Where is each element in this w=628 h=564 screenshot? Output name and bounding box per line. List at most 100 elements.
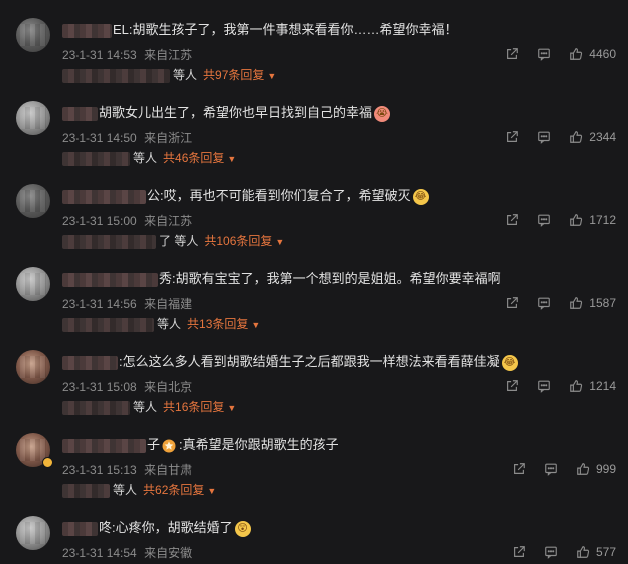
blurred-username[interactable] xyxy=(62,438,146,453)
comment-meta: 23-1-31 14:56 来自福建 xyxy=(62,295,196,312)
laughing-tears-icon: 😂 xyxy=(501,354,518,371)
blurred-username[interactable] xyxy=(62,189,146,204)
comment-text-line: EL:胡歌生孩子了，我第一件事想来看看你……希望你幸福！ xyxy=(62,20,458,40)
comment-text-line: 咚:心疼你，胡歌结婚了 😲 xyxy=(62,518,251,538)
avatar[interactable] xyxy=(16,184,50,218)
comment-meta: 23-1-31 15:08 来自北京 xyxy=(62,378,196,395)
reply-count-link[interactable]: 共97条回复 xyxy=(203,68,264,82)
comment-location: 来自浙江 xyxy=(144,131,193,145)
username-suffix[interactable]: 子 xyxy=(147,437,160,452)
comment-time: 23-1-31 15:00 xyxy=(62,214,137,228)
comment-icon[interactable] xyxy=(536,129,552,145)
username-suffix[interactable]: 公 xyxy=(147,188,160,203)
blurred-reply-users xyxy=(62,400,130,415)
blurred-reply-users xyxy=(62,151,130,166)
avatar[interactable] xyxy=(16,18,50,52)
replies-row[interactable]: 等人 共46条回复 ▼ xyxy=(62,149,236,167)
thumbs-up-icon[interactable] xyxy=(568,212,584,228)
replies-row[interactable]: 了 等人 共106条回复 ▼ xyxy=(62,232,284,250)
thumbs-up-icon[interactable] xyxy=(568,46,584,62)
surprised-face-icon: 😲 xyxy=(234,520,251,537)
username-suffix[interactable]: 咚 xyxy=(99,520,112,535)
comment-text: :怎么这么多人看到胡歌结婚生子之后都跟我一样想法来看看薛佳凝 xyxy=(119,354,500,369)
comment-icon[interactable] xyxy=(536,46,552,62)
comment-meta: 23-1-31 14:53 来自江苏 xyxy=(62,46,196,63)
share-icon[interactable] xyxy=(504,295,520,311)
reply-count-link[interactable]: 共13条回复 xyxy=(187,317,248,331)
chevron-down-icon[interactable]: ▼ xyxy=(251,320,260,330)
share-icon[interactable] xyxy=(504,212,520,228)
comment-actions: 1587 xyxy=(504,295,616,311)
share-icon[interactable] xyxy=(504,46,520,62)
comment-text-line: :怎么这么多人看到胡歌结婚生子之后都跟我一样想法来看看薛佳凝 😂 xyxy=(62,352,518,372)
chevron-down-icon[interactable]: ▼ xyxy=(267,71,276,81)
comment-icon[interactable] xyxy=(536,378,552,394)
chevron-down-icon[interactable]: ▼ xyxy=(207,486,216,496)
comment-time: 23-1-31 14:54 xyxy=(62,546,137,560)
comment-time: 23-1-31 14:56 xyxy=(62,297,137,311)
chevron-down-icon[interactable]: ▼ xyxy=(227,154,236,164)
comment-time: 23-1-31 15:08 xyxy=(62,380,137,394)
share-icon[interactable] xyxy=(511,461,527,477)
chevron-down-icon[interactable]: ▼ xyxy=(275,237,284,247)
thumbs-up-icon[interactable] xyxy=(575,461,591,477)
thumbs-up-icon[interactable] xyxy=(568,378,584,394)
comment-text: :心疼你，胡歌结婚了 xyxy=(112,520,233,535)
blurred-reply-users xyxy=(62,317,154,332)
comment-icon[interactable] xyxy=(543,461,559,477)
replies-row[interactable]: 等人 共16条回复 ▼ xyxy=(62,398,236,416)
comment-location: 来自安徽 xyxy=(144,546,193,560)
avatar[interactable] xyxy=(16,101,50,135)
vip-badge-icon xyxy=(42,457,53,468)
comment-location: 来自甘肃 xyxy=(144,463,193,477)
like-count: 4460 xyxy=(589,47,616,61)
replies-row[interactable]: 等人 共62条回复 ▼ xyxy=(62,481,216,499)
reply-users-suffix: 等人 xyxy=(133,151,158,165)
blurred-reply-users xyxy=(62,68,170,83)
thumbs-up-icon[interactable] xyxy=(575,544,591,560)
share-icon[interactable] xyxy=(504,129,520,145)
like-count: 1214 xyxy=(589,379,616,393)
reply-users-suffix: 等人 xyxy=(113,483,138,497)
blurred-reply-users xyxy=(62,234,156,249)
avatar[interactable] xyxy=(16,350,50,384)
blurred-username[interactable] xyxy=(62,355,118,370)
laughing-tears-icon: 😂 xyxy=(412,188,429,205)
blurred-username[interactable] xyxy=(62,272,158,287)
blurred-username[interactable] xyxy=(62,23,112,38)
replies-row[interactable]: 等人 共97条回复 ▼ xyxy=(62,66,276,84)
reply-count-link[interactable]: 共46条回复 xyxy=(163,151,224,165)
comment-text: :胡歌生孩子了，我第一件事想来看看你……希望你幸福！ xyxy=(128,22,458,37)
like-count: 999 xyxy=(595,462,616,476)
like-count: 2344 xyxy=(589,130,616,144)
thumbs-up-icon[interactable] xyxy=(568,129,584,145)
share-icon[interactable] xyxy=(511,544,527,560)
comment-location: 来自江苏 xyxy=(144,214,193,228)
comment-location: 来自福建 xyxy=(144,297,193,311)
comment-text-line: 秀:胡歌有宝宝了，我第一个想到的是姐姐。希望你要幸福啊 xyxy=(62,269,501,289)
blurred-reply-users xyxy=(62,483,110,498)
reply-count-link[interactable]: 共62条回复 xyxy=(143,483,204,497)
reply-users-suffix: 等人 xyxy=(173,68,198,82)
comment-text-line: 胡歌女儿出生了，希望你也早日找到自己的幸福 😭 xyxy=(62,103,391,123)
share-icon[interactable] xyxy=(504,378,520,394)
comment-icon[interactable] xyxy=(543,544,559,560)
thumbs-up-icon[interactable] xyxy=(568,295,584,311)
reply-count-link[interactable]: 共106条回复 xyxy=(204,234,272,248)
blurred-username[interactable] xyxy=(62,521,98,536)
comment-actions: 1214 xyxy=(504,378,616,394)
username-suffix[interactable]: EL xyxy=(113,22,129,37)
avatar[interactable] xyxy=(16,267,50,301)
comment-time: 23-1-31 14:53 xyxy=(62,48,137,62)
avatar[interactable] xyxy=(16,516,50,550)
fan-badge-icon xyxy=(162,439,176,453)
comment-icon[interactable] xyxy=(536,295,552,311)
comment-icon[interactable] xyxy=(536,212,552,228)
blurred-username[interactable] xyxy=(62,106,98,121)
replies-row[interactable]: 等人 共13条回复 ▼ xyxy=(62,315,260,333)
comment-location: 来自北京 xyxy=(144,380,193,394)
reply-count-link[interactable]: 共16条回复 xyxy=(163,400,224,414)
chevron-down-icon[interactable]: ▼ xyxy=(227,403,236,413)
comment-actions: 4460 xyxy=(504,46,616,62)
username-suffix[interactable]: 秀 xyxy=(159,271,172,286)
